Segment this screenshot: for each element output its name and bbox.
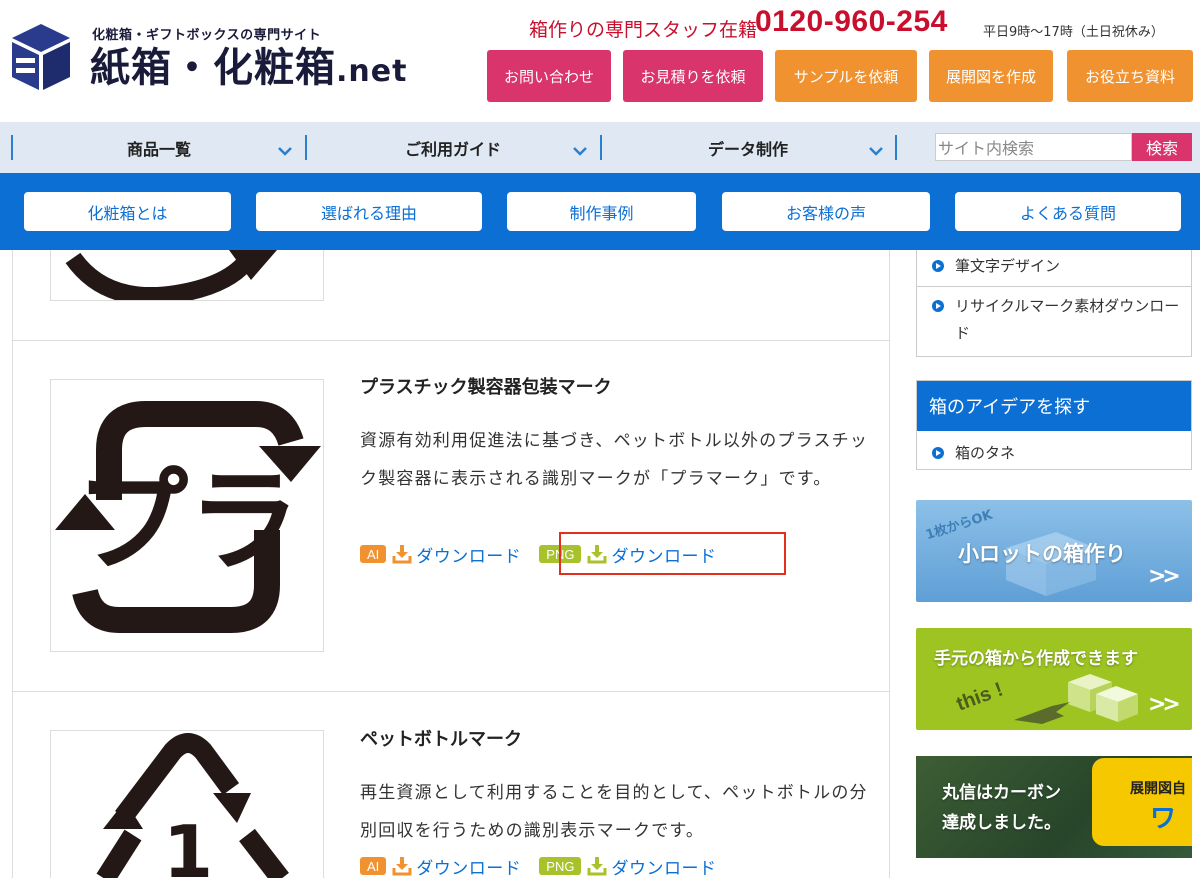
resources-button[interactable]: お役立ち資料	[1067, 50, 1193, 102]
sidebar-item-brush-font[interactable]: 筆文字デザイン	[931, 253, 1060, 280]
nav-label: データ制作	[707, 139, 788, 159]
banner-text: 手元の箱から作成できます	[934, 649, 1138, 669]
banner-text: 小ロットの箱作り	[958, 542, 1126, 566]
download-icon[interactable]	[392, 856, 412, 876]
site-header: 化粧箱・ギフトボックスの専門サイト 紙箱・化粧箱.net 箱作りの専門スタッフ在…	[0, 0, 1200, 122]
phone-number[interactable]: 0120-960-254	[755, 5, 948, 39]
quote-request-button[interactable]: お見積りを依頼	[623, 50, 763, 102]
subnav-faq-button[interactable]: よくある質問	[955, 192, 1181, 231]
download-icon[interactable]	[392, 544, 412, 564]
png-download-link[interactable]: ダウンロード	[611, 854, 716, 878]
download-row: AI ダウンロード PNG ダウンロード	[360, 853, 716, 878]
bullet-arrow-icon	[932, 447, 944, 459]
search-input[interactable]: サイト内検索	[935, 133, 1132, 161]
copy-box-banner[interactable]: 手元の箱から作成できます this ! >>	[916, 628, 1192, 730]
contact-button[interactable]: お問い合わせ	[487, 50, 611, 102]
item-title: プラスチック製容器包装マーク	[360, 377, 612, 398]
nav-label: 商品一覧	[126, 139, 191, 159]
item-description: 再生資源として利用することを目的として、ペットボトルの分別回収を行うための識別表…	[360, 783, 868, 841]
subnav-about-button[interactable]: 化粧箱とは	[24, 192, 231, 231]
pointing-hand-icon	[1014, 702, 1070, 724]
business-hours: 平日9時〜17時（土日祝休み）	[983, 25, 1164, 40]
nav-divider	[895, 135, 897, 160]
idea-heading: 箱のアイデアを探す	[917, 381, 1191, 431]
site-tagline: 化粧箱・ギフトボックスの専門サイト	[92, 28, 322, 43]
row-divider	[12, 340, 890, 341]
site-tld: .net	[336, 54, 408, 89]
chevron-down-icon[interactable]	[867, 142, 885, 160]
subnav-reasons-button[interactable]: 選ばれる理由	[256, 192, 482, 231]
item-description: 資源有効利用促進法に基づき、ペットボトル以外のプラスチック製容器に表示される識別…	[360, 431, 869, 489]
row-divider	[12, 691, 890, 692]
banner-small-text: this !	[953, 678, 1006, 716]
site-logo-text[interactable]: 紙箱・化粧箱.net	[90, 44, 407, 96]
box-pair-icon	[1068, 674, 1138, 722]
recycle-arrow-icon	[65, 250, 277, 300]
double-chevron-right-icon: >>	[1148, 692, 1181, 717]
ai-format-badge: AI	[360, 545, 387, 563]
pla-mark-thumbnail[interactable]: プラ	[50, 379, 324, 652]
sidebar-item-label: 箱のタネ	[955, 444, 1016, 462]
bullet-arrow-icon	[932, 300, 944, 312]
nav-item-data[interactable]: データ制作	[602, 122, 894, 173]
site-name: 紙箱・化粧箱	[90, 45, 336, 91]
cube-logo-icon[interactable]	[10, 22, 72, 92]
sidebar-divider	[917, 286, 1191, 287]
download-icon[interactable]	[587, 856, 607, 876]
nav-label: ご利用ガイド	[404, 139, 501, 159]
carbon-neutral-banner[interactable]: 丸信はカーボン 達成しました。 展開図自 ワ	[916, 756, 1192, 858]
png-format-badge: PNG	[539, 857, 582, 875]
chevron-down-icon[interactable]	[571, 142, 589, 160]
item-title: ペットボトルマーク	[360, 729, 522, 750]
bullet-arrow-icon	[932, 260, 944, 272]
pet-mark-thumbnail[interactable]: 1	[50, 730, 324, 878]
staff-notice: 箱作りの専門スタッフ在籍	[529, 19, 758, 41]
mark-thumbnail-previous[interactable]	[50, 250, 324, 301]
ai-download-link[interactable]: ダウンロード	[416, 542, 521, 567]
pet-mark-number: 1	[163, 810, 213, 878]
chevron-down-icon[interactable]	[276, 142, 294, 160]
idea-section: 箱のアイデアを探す 箱のタネ	[916, 380, 1192, 470]
search-button[interactable]: 検索	[1132, 133, 1192, 161]
sample-request-button[interactable]: サンプルを依頼	[775, 50, 917, 102]
ai-download-link[interactable]: ダウンロード	[416, 854, 521, 878]
sidebar-item-label: リサイクルマーク素材ダウンロード	[955, 297, 1180, 342]
die-line-button[interactable]: 展開図を作成	[929, 50, 1053, 102]
ai-format-badge: AI	[360, 857, 387, 875]
double-chevron-right-icon: >>	[1148, 564, 1181, 589]
sidebar-link-list: 筆文字デザイン リサイクルマーク素材ダウンロード	[916, 250, 1192, 357]
badge-label: 展開図自	[1130, 781, 1186, 797]
banner-text: 丸信はカーボン 達成しました。	[942, 783, 1061, 833]
png-download-highlight	[559, 532, 786, 575]
badge-brand: ワ	[1150, 804, 1177, 834]
nav-item-guide[interactable]: ご利用ガイド	[307, 122, 599, 173]
subnav-cases-button[interactable]: 制作事例	[507, 192, 696, 231]
sidebar-item-box-seeds[interactable]: 箱のタネ	[931, 440, 1015, 467]
nav-item-products[interactable]: 商品一覧	[13, 122, 305, 173]
sidebar-item-recycle-marks[interactable]: リサイクルマーク素材ダウンロード	[931, 293, 1181, 347]
pet-recycle-mark-icon: 1	[96, 733, 289, 878]
small-lot-banner[interactable]: 1枚からOK 小ロットの箱作り >>	[916, 500, 1192, 602]
pla-recycle-mark-icon: プラ	[55, 401, 321, 633]
subnav-voices-button[interactable]: お客様の声	[722, 192, 930, 231]
sidebar-item-label: 筆文字デザイン	[955, 257, 1061, 275]
pla-mark-text: プラ	[76, 457, 300, 587]
die-line-tool-badge[interactable]: 展開図自 ワ	[1092, 758, 1192, 846]
